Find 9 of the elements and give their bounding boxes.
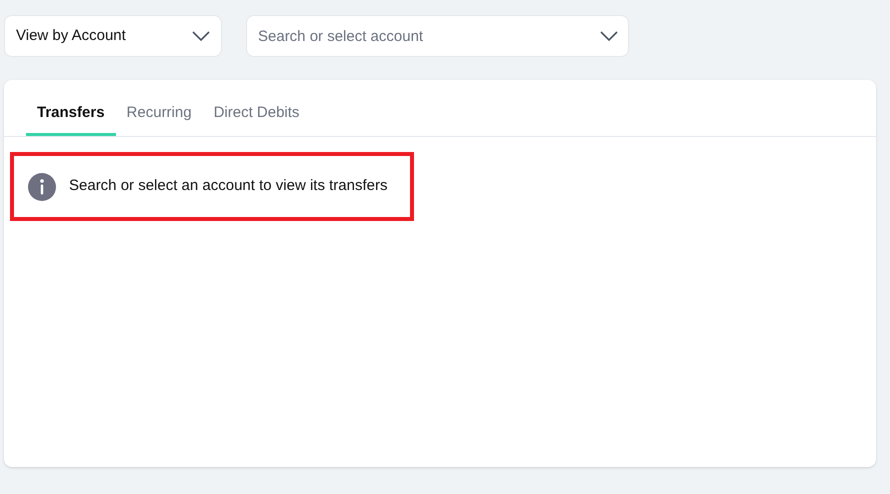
- tab[interactable]: Recurring: [116, 94, 203, 136]
- tab[interactable]: Direct Debits: [202, 94, 310, 136]
- chevron-down-icon: [600, 31, 618, 41]
- view-dropdown[interactable]: View by Account: [4, 15, 222, 57]
- info-icon: [28, 172, 56, 200]
- chevron-down-icon: [192, 31, 210, 41]
- info-message: Search or select an account to view its transfers: [69, 176, 388, 196]
- account-search-field[interactable]: Search or select account: [246, 15, 629, 57]
- tab[interactable]: Transfers: [26, 94, 116, 136]
